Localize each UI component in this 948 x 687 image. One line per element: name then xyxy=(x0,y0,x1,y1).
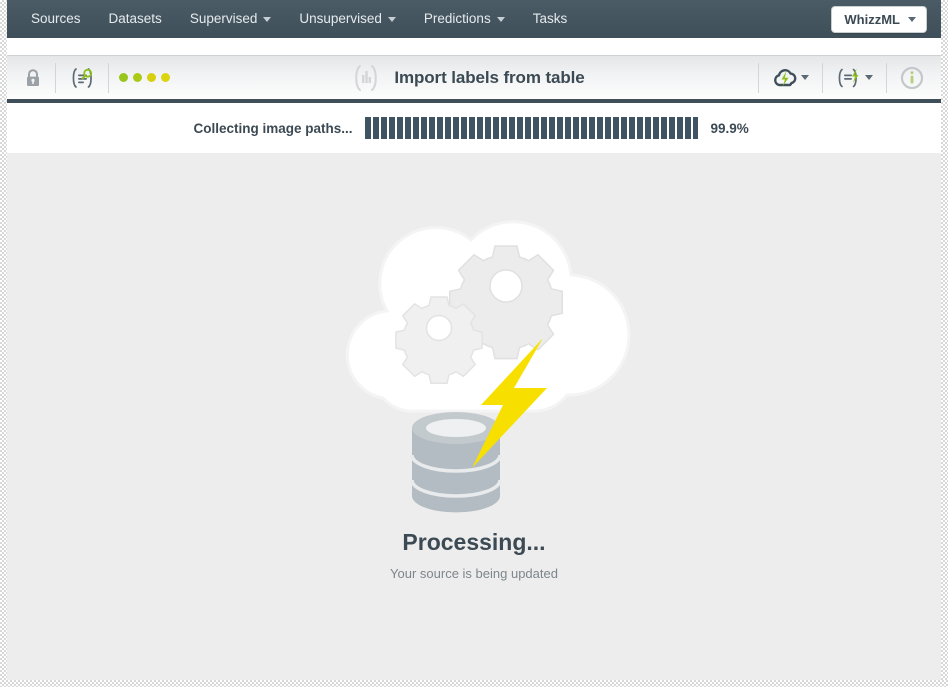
chevron-down-icon xyxy=(865,75,873,80)
toolbar-separator xyxy=(108,62,109,93)
progress-bar-fill xyxy=(364,117,699,139)
source-bars-icon xyxy=(355,64,378,91)
toolbar-separator xyxy=(822,62,823,93)
toolbar-separator xyxy=(758,62,759,93)
info-button[interactable] xyxy=(889,57,935,99)
chevron-down-icon xyxy=(263,16,272,22)
page-edge-bottom xyxy=(0,680,948,687)
main-content: Processing... Your source is being updat… xyxy=(7,153,941,680)
whizzml-button-label: WhizzML xyxy=(844,11,900,27)
cloud-lightning-icon xyxy=(774,68,797,86)
toolbar-title-group: Import labels from table xyxy=(178,63,756,93)
nav-item-label: Unsupervised xyxy=(299,11,382,26)
top-navbar: Sources Datasets Supervised Unsupervised… xyxy=(7,0,941,38)
status-dots xyxy=(111,73,178,82)
gear-small-icon xyxy=(395,296,483,384)
progress-label: Collecting image paths... xyxy=(193,120,353,136)
progress-bar xyxy=(364,117,699,139)
source-lightning-button[interactable] xyxy=(825,57,884,99)
progress-panel: Collecting image paths... 99.9% xyxy=(7,103,941,153)
source-lightning-icon xyxy=(838,68,859,87)
app-window: Sources Datasets Supervised Unsupervised… xyxy=(0,0,948,687)
nav-item-predictions[interactable]: Predictions xyxy=(410,5,519,33)
source-search-button[interactable] xyxy=(58,57,106,99)
processing-title: Processing... xyxy=(402,529,546,555)
cloud-gears-database-lightning-illustration xyxy=(345,220,631,513)
page-edge-right xyxy=(941,0,948,687)
progress-percent: 99.9% xyxy=(710,120,749,136)
nav-item-label: Tasks xyxy=(532,11,568,26)
toolbar-separator xyxy=(886,62,887,93)
lock-icon xyxy=(27,68,39,86)
chevron-down-icon xyxy=(801,75,809,80)
source-search-icon xyxy=(72,67,93,88)
nav-item-label: Predictions xyxy=(423,11,491,26)
nav-item-supervised[interactable]: Supervised xyxy=(176,5,286,33)
chevron-down-icon xyxy=(496,16,505,22)
nav-item-tasks[interactable]: Tasks xyxy=(519,5,582,33)
cloud-lightning-button[interactable] xyxy=(761,57,820,99)
info-icon xyxy=(900,66,924,89)
whizzml-account-button[interactable]: WhizzML xyxy=(831,5,927,33)
nav-menu: Sources Datasets Supervised Unsupervised… xyxy=(17,5,581,33)
status-dot-3 xyxy=(147,73,156,82)
nav-item-label: Sources xyxy=(31,11,81,26)
nav-item-label: Supervised xyxy=(189,11,258,26)
page-title: Import labels from table xyxy=(394,67,585,87)
chevron-down-icon xyxy=(387,16,396,22)
resource-toolbar: Import labels from table xyxy=(7,55,941,103)
page-edge-left xyxy=(0,0,7,687)
nav-item-sources[interactable]: Sources xyxy=(17,5,95,33)
status-dot-4 xyxy=(161,73,170,82)
processing-subtitle: Your source is being updated xyxy=(390,566,558,581)
nav-item-unsupervised[interactable]: Unsupervised xyxy=(285,5,410,33)
status-dot-2 xyxy=(133,73,142,82)
database-icon xyxy=(410,412,502,513)
toolbar-separator xyxy=(55,62,56,93)
nav-item-label: Datasets xyxy=(108,11,162,26)
nav-item-datasets[interactable]: Datasets xyxy=(95,5,176,33)
chevron-down-icon xyxy=(908,16,916,22)
lock-button[interactable] xyxy=(13,57,53,99)
status-dot-1 xyxy=(119,73,128,82)
